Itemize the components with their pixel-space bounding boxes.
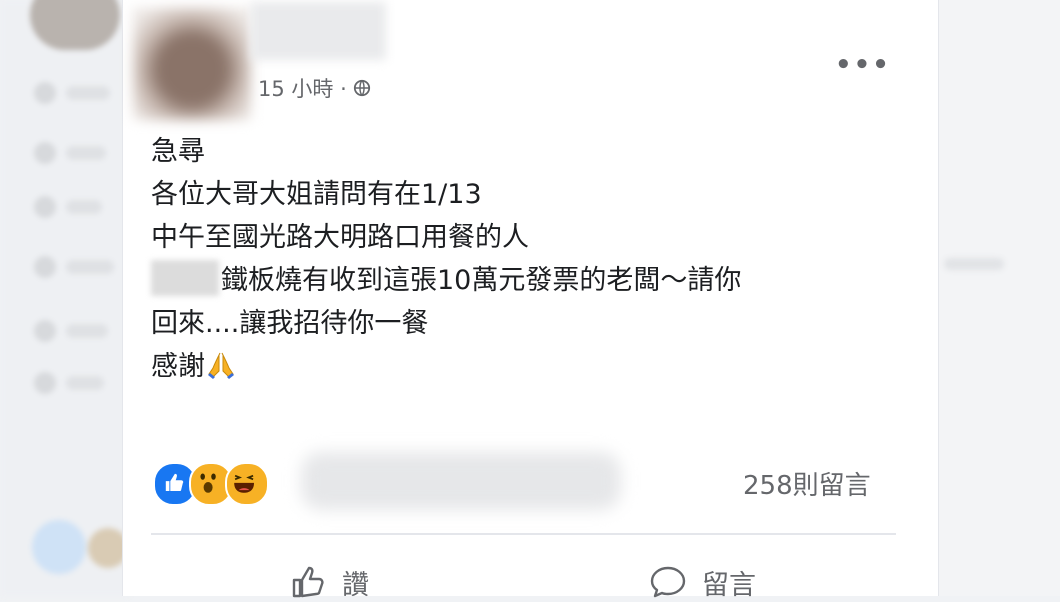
post-line: 感謝 [151, 351, 205, 382]
post-line-with-redaction: 鐵板燒有收到這張10萬元發票的老闆～請你 [151, 259, 741, 302]
comment-button[interactable]: 留言 [648, 562, 756, 602]
post-line-with-emoji: 感謝 [151, 345, 741, 388]
action-divider [151, 533, 896, 535]
comment-count-link[interactable]: 258則留言 [743, 465, 871, 502]
post-timestamp[interactable]: 15 小時 · [258, 73, 371, 103]
post-card: 15 小時 · ••• 急尋 各位大哥大姐請問有在1/13 中午至國光路大明路口… [122, 0, 939, 601]
reactors-names-blurred [301, 452, 621, 510]
redacted-text-blur [151, 260, 219, 296]
post-line: 中午至國光路大明路口用餐的人 [151, 222, 529, 253]
author-avatar-blurred[interactable] [133, 8, 251, 120]
praying-hands-icon [208, 352, 234, 379]
post-line: 鐵板燒有收到這張10萬元發票的老闆～請你 [221, 265, 742, 296]
more-options-button[interactable]: ••• [835, 50, 891, 80]
left-sidebar-blurred [0, 0, 130, 596]
post-line: 急尋 [151, 136, 205, 167]
haha-reaction-icon [225, 462, 269, 506]
timestamp-text: 15 小時 · [258, 77, 347, 101]
post-line: 各位大哥大姐請問有在1/13 [151, 179, 482, 210]
post-line: 回來....讓我招待你一餐 [151, 308, 429, 339]
author-name-blurred[interactable] [251, 2, 386, 60]
like-button[interactable]: 讚 [288, 562, 369, 602]
thumbs-up-icon [292, 566, 324, 598]
comment-bubble-icon [650, 566, 686, 598]
globe-icon [353, 79, 370, 97]
right-sidebar-blurred [938, 0, 1060, 596]
reaction-summary[interactable] [153, 462, 269, 506]
post-body: 急尋 各位大哥大姐請問有在1/13 中午至國光路大明路口用餐的人 鐵板燒有收到這… [151, 130, 741, 388]
